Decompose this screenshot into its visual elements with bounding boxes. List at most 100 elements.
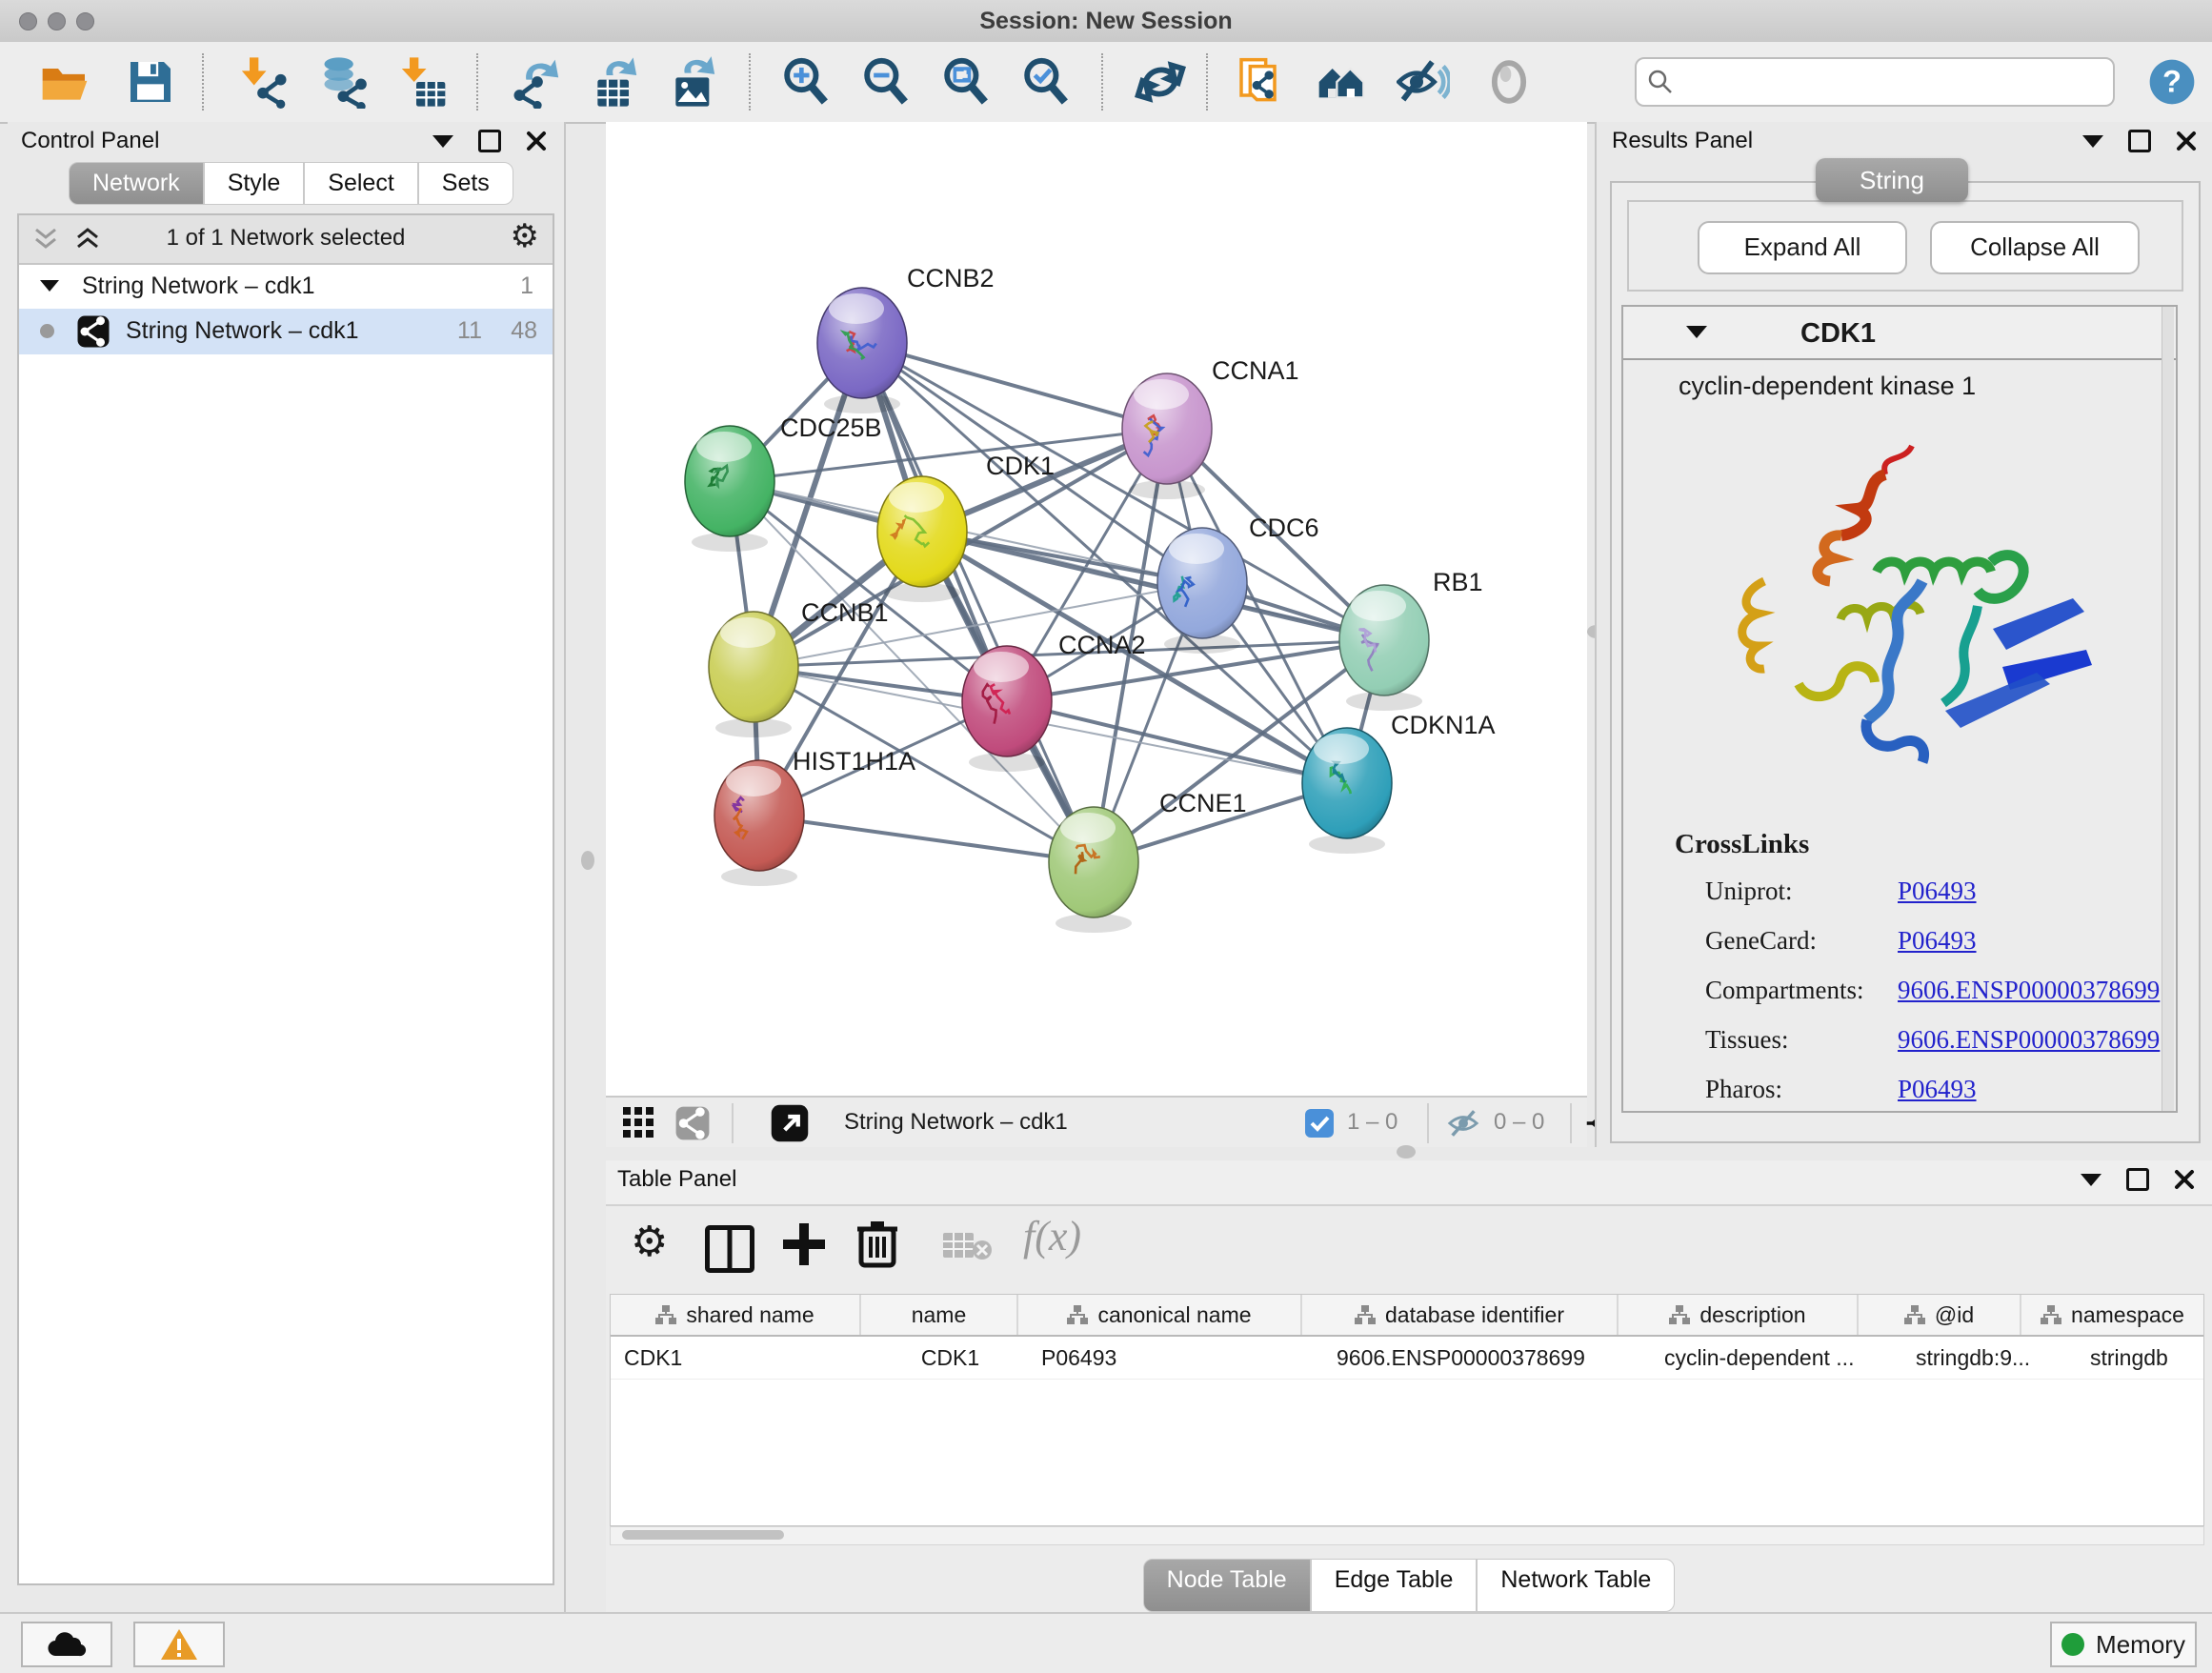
left-splitter-handle[interactable]	[581, 851, 594, 870]
column-header[interactable]: name	[861, 1295, 1018, 1335]
tab-string[interactable]: String	[1816, 158, 1968, 202]
birds-eye-grid-icon[interactable]	[621, 1105, 657, 1141]
zoom-out-button[interactable]	[859, 55, 913, 109]
open-session-button[interactable]	[38, 55, 91, 109]
panel-float-icon[interactable]	[2126, 1168, 2149, 1191]
network-row-selected[interactable]: String Network – cdk1 11 48	[19, 309, 553, 354]
tree-expand-icon[interactable]	[40, 280, 59, 292]
cell-canonical-name[interactable]: P06493	[1028, 1337, 1323, 1379]
gene-section-header[interactable]: CDK1	[1623, 307, 2176, 360]
delete-column-icon[interactable]	[855, 1219, 899, 1273]
tab-sets[interactable]: Sets	[418, 162, 513, 205]
cell-id[interactable]: stringdb:9...	[1902, 1337, 2077, 1379]
save-session-button[interactable]	[124, 55, 177, 109]
column-header[interactable]: shared name	[611, 1295, 861, 1335]
expand-all-button[interactable]: Expand All	[1698, 221, 1907, 274]
cell-description[interactable]: cyclin-dependent ...	[1651, 1337, 1902, 1379]
column-header[interactable]: description	[1619, 1295, 1859, 1335]
column-header[interactable]: database identifier	[1302, 1295, 1619, 1335]
function-builder-icon[interactable]: f(x)	[1023, 1212, 1081, 1265]
export-image-button[interactable]	[667, 55, 720, 109]
crosslink-tissues-link[interactable]: 9606.ENSP00000378699	[1898, 1025, 2160, 1055]
panel-close-icon[interactable]	[2176, 131, 2197, 151]
add-column-icon[interactable]	[783, 1223, 825, 1277]
cell-namespace[interactable]: stringdb	[2077, 1337, 2203, 1379]
column-header[interactable]: @id	[1859, 1295, 2021, 1335]
panel-menu-icon[interactable]	[2081, 1174, 2101, 1186]
crosslink-genecard-link[interactable]: P06493	[1898, 926, 1977, 956]
crosslink-compartments-link[interactable]: 9606.ENSP00000378699	[1898, 976, 2160, 1005]
memory-button[interactable]: Memory	[2050, 1622, 2197, 1667]
cloud-button[interactable]	[21, 1622, 112, 1667]
tab-style[interactable]: Style	[204, 162, 305, 205]
gene-symbol: CDK1	[1800, 318, 1876, 350]
cell-database-identifier[interactable]: 9606.ENSP00000378699	[1323, 1337, 1651, 1379]
panel-float-icon[interactable]	[2128, 130, 2151, 152]
node-label: CDK1	[986, 452, 1055, 480]
hide-selected-button[interactable]	[1397, 55, 1450, 109]
gear-icon[interactable]: ⚙	[631, 1218, 668, 1271]
network-node[interactable]: CCNB1	[709, 598, 889, 737]
splitter-handle[interactable]	[1397, 1145, 1416, 1159]
columns-icon[interactable]	[705, 1225, 754, 1273]
cell-name[interactable]: CDK1	[873, 1337, 1028, 1379]
network-node[interactable]: CDKN1A	[1302, 711, 1496, 854]
network-node[interactable]: CCNE1	[1049, 789, 1247, 933]
column-header[interactable]: namespace	[2021, 1295, 2203, 1335]
import-table-button[interactable]	[396, 55, 450, 109]
network-edge[interactable]	[759, 816, 1094, 862]
network-node[interactable]: RB1	[1339, 568, 1483, 711]
network-node[interactable]: CCNB2	[817, 264, 995, 413]
network-node[interactable]: CCNA1	[1122, 356, 1299, 499]
scrollbar-thumb[interactable]	[622, 1530, 784, 1540]
zoom-fit-button[interactable]	[939, 55, 993, 109]
network-node[interactable]: CCNA2	[962, 631, 1146, 772]
tab-network[interactable]: Network	[69, 162, 204, 205]
panel-menu-icon[interactable]	[2082, 135, 2103, 148]
gear-icon[interactable]: ⚙	[511, 217, 539, 255]
section-collapse-icon[interactable]	[1686, 326, 1707, 338]
cell-shared-name[interactable]: CDK1	[611, 1337, 873, 1379]
show-all-button[interactable]	[1482, 55, 1536, 109]
collapse-all-button[interactable]: Collapse All	[1930, 221, 2140, 274]
column-header[interactable]: canonical name	[1018, 1295, 1302, 1335]
apply-layout-button[interactable]	[1134, 55, 1187, 109]
crosslink-pharos-link[interactable]: P06493	[1898, 1075, 1977, 1104]
network-view[interactable]: CCNB2CCNA1CDC25BCDK1CDC6RB1CCNB1CCNA2CDK…	[606, 122, 1587, 1096]
horizontal-splitter[interactable]	[606, 1147, 2212, 1160]
search-input[interactable]	[1682, 63, 2105, 99]
tab-network-table[interactable]: Network Table	[1477, 1559, 1675, 1612]
network-canvas[interactable]: CCNB2CCNA1CDC25BCDK1CDC6RB1CCNB1CCNA2CDK…	[606, 122, 1587, 1096]
export-table-button[interactable]	[589, 55, 642, 109]
tab-node-table[interactable]: Node Table	[1143, 1559, 1311, 1612]
zoom-in-button[interactable]	[779, 55, 833, 109]
panel-float-icon[interactable]	[478, 130, 501, 152]
string-settings-icon[interactable]	[674, 1105, 711, 1141]
warning-button[interactable]	[133, 1622, 225, 1667]
panel-menu-icon[interactable]	[432, 135, 453, 148]
help-button[interactable]: ?	[2145, 55, 2199, 109]
help-icon: ?	[2145, 55, 2199, 109]
tab-edge-table[interactable]: Edge Table	[1311, 1559, 1478, 1612]
panel-close-icon[interactable]	[526, 131, 547, 151]
delete-table-icon[interactable]	[941, 1229, 993, 1282]
network-edge[interactable]	[862, 343, 1094, 862]
tab-select[interactable]: Select	[304, 162, 417, 205]
import-network-database-button[interactable]	[314, 55, 368, 109]
table-row[interactable]: CDK1 CDK1 P06493 9606.ENSP00000378699 cy…	[611, 1337, 2203, 1380]
table-horizontal-scrollbar[interactable]	[610, 1526, 2204, 1545]
import-table-icon	[396, 55, 450, 109]
first-neighbors-button[interactable]	[1315, 55, 1368, 109]
results-scrollbar[interactable]	[2162, 307, 2174, 1111]
panel-close-icon[interactable]	[2174, 1169, 2195, 1190]
new-network-from-selection-button[interactable]	[1235, 55, 1288, 109]
zoom-selected-button[interactable]	[1019, 55, 1073, 109]
import-network-file-button[interactable]	[236, 55, 290, 109]
network-node[interactable]: HIST1H1A	[714, 747, 915, 886]
open-in-string-icon[interactable]	[770, 1103, 810, 1143]
network-node[interactable]: CDC25B	[685, 413, 882, 552]
selected-checkbox[interactable]	[1305, 1109, 1334, 1138]
export-network-button[interactable]	[511, 55, 564, 109]
network-collection-row[interactable]: String Network – cdk1 1	[19, 265, 553, 309]
crosslink-uniprot-link[interactable]: P06493	[1898, 877, 1977, 906]
